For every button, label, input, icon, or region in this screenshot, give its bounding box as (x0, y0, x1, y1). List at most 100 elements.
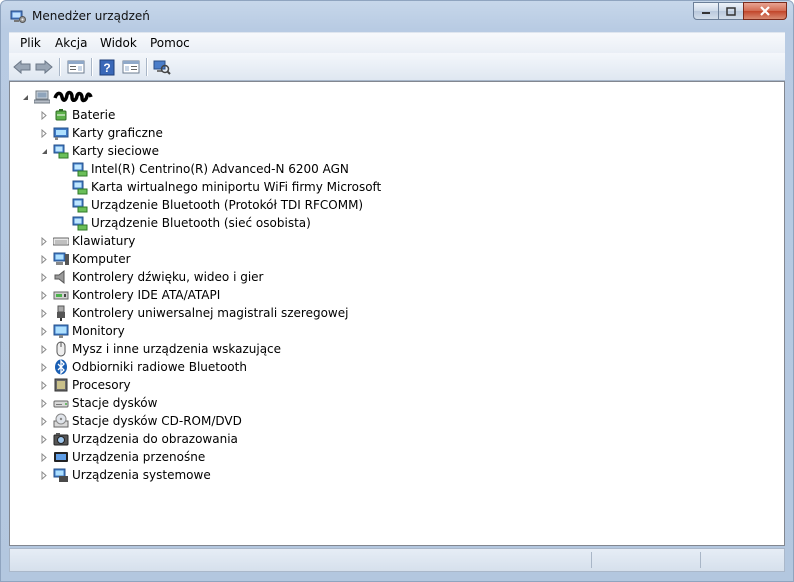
computer-icon (34, 90, 50, 104)
help-button[interactable]: ? (97, 57, 117, 77)
tree-category-label: Kontrolery uniwersalnej magistrali szere… (72, 306, 349, 320)
maximize-button[interactable] (718, 2, 744, 20)
tree-device[interactable]: Urządzenie Bluetooth (sieć osobista) (72, 214, 311, 232)
tree-category[interactable]: Klawiatury (40, 232, 135, 250)
expand-arrow-icon[interactable] (40, 398, 49, 408)
tree-category-label: Procesory (72, 378, 131, 392)
tree-category[interactable]: Odbiorniki radiowe Bluetooth (40, 358, 247, 376)
monitor-icon (53, 324, 69, 338)
tree-category[interactable]: Baterie (40, 106, 115, 124)
menu-plik[interactable]: Plik (20, 36, 41, 50)
view-button[interactable] (121, 57, 141, 77)
tree-category[interactable]: Kontrolery dźwięku, wideo i gier (40, 268, 263, 286)
maximize-icon (726, 6, 736, 16)
view-icon (122, 60, 140, 74)
tree-category[interactable]: Karty sieciowe (40, 142, 159, 160)
expand-arrow-icon[interactable] (40, 452, 49, 462)
redacted-name-scribble (53, 90, 93, 103)
tree-category[interactable]: Monitory (40, 322, 125, 340)
expand-arrow-icon[interactable] (40, 326, 49, 336)
properties-button[interactable] (66, 57, 86, 77)
expand-arrow-icon[interactable] (40, 362, 49, 372)
tree-category-label: Stacje dysków CD-ROM/DVD (72, 414, 242, 428)
expand-arrow-icon[interactable] (40, 434, 49, 444)
expand-arrow-icon[interactable] (40, 128, 49, 138)
tree-category[interactable]: Urządzenia systemowe (40, 466, 211, 484)
tree-category-label: Karty sieciowe (72, 144, 160, 158)
tree-category[interactable]: Kontrolery IDE ATA/ATAPI (40, 286, 220, 304)
network-adapter-icon (72, 198, 88, 213)
tree-category-label: Urządzenia do obrazowania (72, 432, 238, 446)
tree-category[interactable]: Procesory (40, 376, 131, 394)
tree-category[interactable]: Stacje dysków (40, 394, 157, 412)
tree-device[interactable]: Urządzenie Bluetooth (Protokół TDI RFCOM… (72, 196, 363, 214)
tree-category[interactable]: Komputer (40, 250, 131, 268)
tree-category[interactable]: Urządzenia do obrazowania (40, 430, 238, 448)
camera-icon (53, 433, 69, 446)
tree-category[interactable]: Mysz i inne urządzenia wskazujące (40, 340, 281, 358)
expand-arrow-icon[interactable] (40, 272, 49, 282)
title-bar[interactable]: Menedżer urządzeń (1, 1, 793, 31)
tree-device-label: Karta wirtualnego miniportu WiFi firmy M… (91, 180, 382, 194)
network-adapter-icon (72, 216, 88, 231)
help-icon: ? (99, 59, 115, 75)
back-arrow-icon (13, 60, 31, 74)
tree-category[interactable]: Kontrolery uniwersalnej magistrali szere… (40, 304, 348, 322)
collapse-arrow-icon[interactable] (40, 147, 49, 156)
device-tree[interactable]: Baterie Karty graficzne Karty sieciowe Inte… (9, 81, 785, 546)
scan-hardware-icon (153, 60, 171, 75)
tree-category-label: Kontrolery IDE ATA/ATAPI (72, 288, 221, 302)
processor-icon (54, 378, 68, 392)
close-button[interactable] (743, 2, 787, 20)
scan-hardware-button[interactable] (152, 57, 172, 77)
menu-pomoc[interactable]: Pomoc (150, 36, 190, 50)
battery-icon (55, 109, 67, 121)
expand-arrow-icon[interactable] (40, 110, 49, 120)
window-title: Menedżer urządzeń (32, 9, 150, 23)
speaker-icon (54, 269, 65, 285)
tree-category-label: Kontrolery dźwięku, wideo i gier (72, 270, 264, 284)
close-icon (760, 6, 770, 16)
network-adapter-icon (72, 162, 88, 177)
cdrom-icon (53, 413, 69, 428)
tree-category-label: Klawiatury (72, 234, 136, 248)
expand-arrow-icon[interactable] (40, 290, 49, 300)
tree-device[interactable]: Intel(R) Centrino(R) Advanced-N 6200 AGN (72, 160, 349, 178)
disk-drive-icon (53, 400, 69, 408)
tree-category-label: Urządzenia systemowe (72, 468, 211, 482)
tree-device-label: Urządzenie Bluetooth (sieć osobista) (91, 216, 311, 230)
expand-arrow-icon[interactable] (40, 308, 49, 318)
expand-arrow-icon[interactable] (40, 380, 49, 390)
status-bar (9, 548, 785, 572)
tree-root[interactable] (21, 88, 93, 106)
network-adapter-icon (72, 180, 88, 195)
minimize-button[interactable] (693, 2, 719, 20)
collapse-arrow-icon[interactable] (21, 93, 30, 102)
forward-button[interactable] (34, 57, 54, 77)
tree-category[interactable]: Urządzenia przenośne (40, 448, 205, 466)
portable-device-icon (54, 452, 68, 462)
tree-device[interactable]: Karta wirtualnego miniportu WiFi firmy M… (72, 178, 381, 196)
expand-arrow-icon[interactable] (40, 470, 49, 480)
tree-device-label: Urządzenie Bluetooth (Protokół TDI RFCOM… (91, 198, 364, 212)
expand-arrow-icon[interactable] (40, 416, 49, 426)
tree-category[interactable]: Stacje dysków CD-ROM/DVD (40, 412, 242, 430)
tree-category-label: Mysz i inne urządzenia wskazujące (72, 342, 282, 356)
expand-arrow-icon[interactable] (40, 344, 49, 354)
tree-category-label: Odbiorniki radiowe Bluetooth (72, 360, 247, 374)
tree-category-label: Stacje dysków (72, 396, 158, 410)
tree-category-label: Monitory (72, 324, 125, 338)
menu-akcja[interactable]: Akcja (55, 36, 87, 50)
back-button[interactable] (12, 57, 32, 77)
tree-category[interactable]: Karty graficzne (40, 124, 163, 142)
forward-arrow-icon (35, 60, 53, 74)
tree-category-label: Urządzenia przenośne (72, 450, 206, 464)
expand-arrow-icon[interactable] (40, 254, 49, 264)
device-manager-window: Menedżer urządzeń Plik Akcja Widok Pomoc (0, 0, 794, 582)
properties-icon (67, 60, 85, 74)
menu-widok[interactable]: Widok (100, 36, 137, 50)
bluetooth-icon (55, 359, 67, 375)
expand-arrow-icon[interactable] (40, 236, 49, 246)
tree-category-label: Komputer (72, 252, 131, 266)
toolbar: ? (9, 53, 785, 81)
